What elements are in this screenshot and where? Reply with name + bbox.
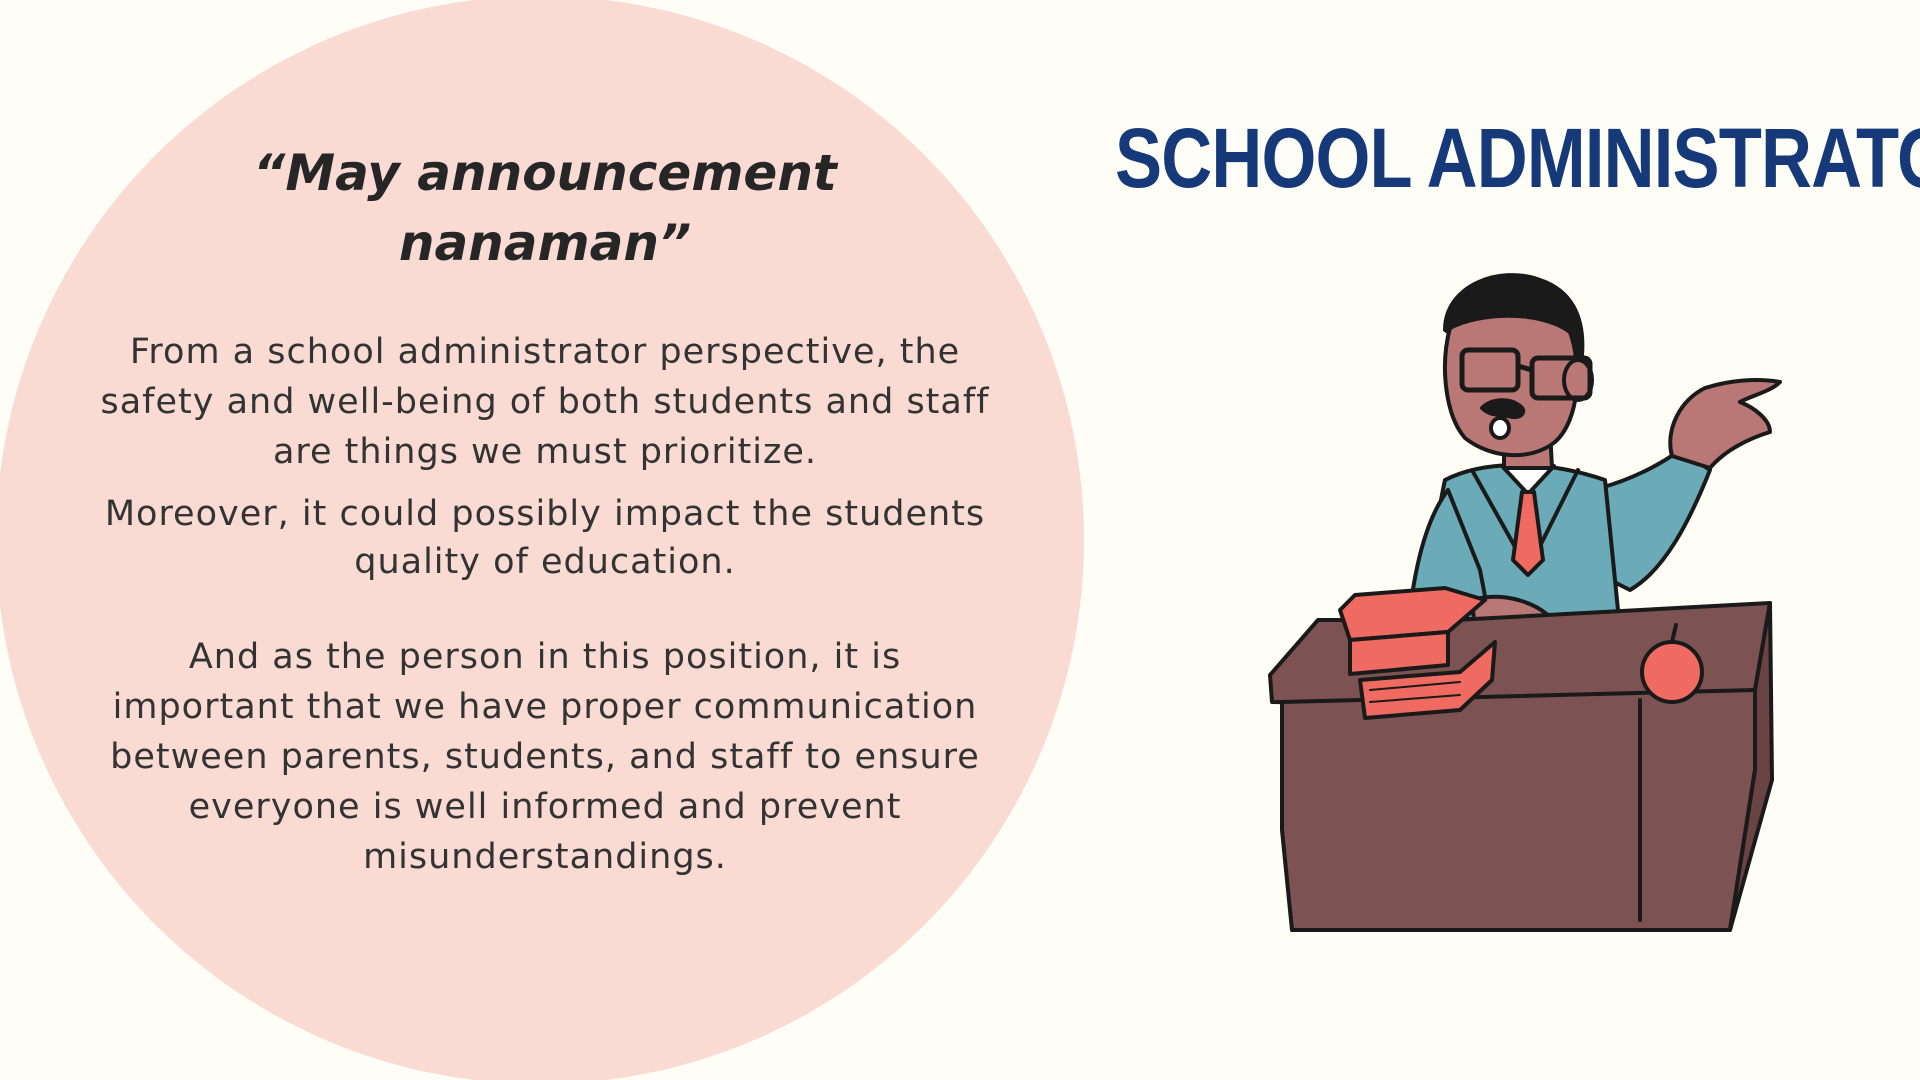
mouth [1489,416,1511,440]
quote-text: “May announcement nanaman” [253,144,837,272]
raised-hand [1668,378,1782,470]
apple [1640,640,1704,704]
paragraph-impact: Moreover, it could possibly impact the s… [104,494,986,582]
administrator-at-desk-illustration [1268,273,1782,932]
moustache [1480,398,1526,419]
desk-front [1280,688,1757,932]
paragraph-priority: From a school administrator perspective,… [100,332,990,472]
head [1443,313,1580,458]
slide-title: SCHOOL ADMINISTRATOR [1115,111,1920,205]
paragraph-communication: And as the person in this position, it i… [110,637,980,877]
book-top-cover [1348,630,1450,676]
